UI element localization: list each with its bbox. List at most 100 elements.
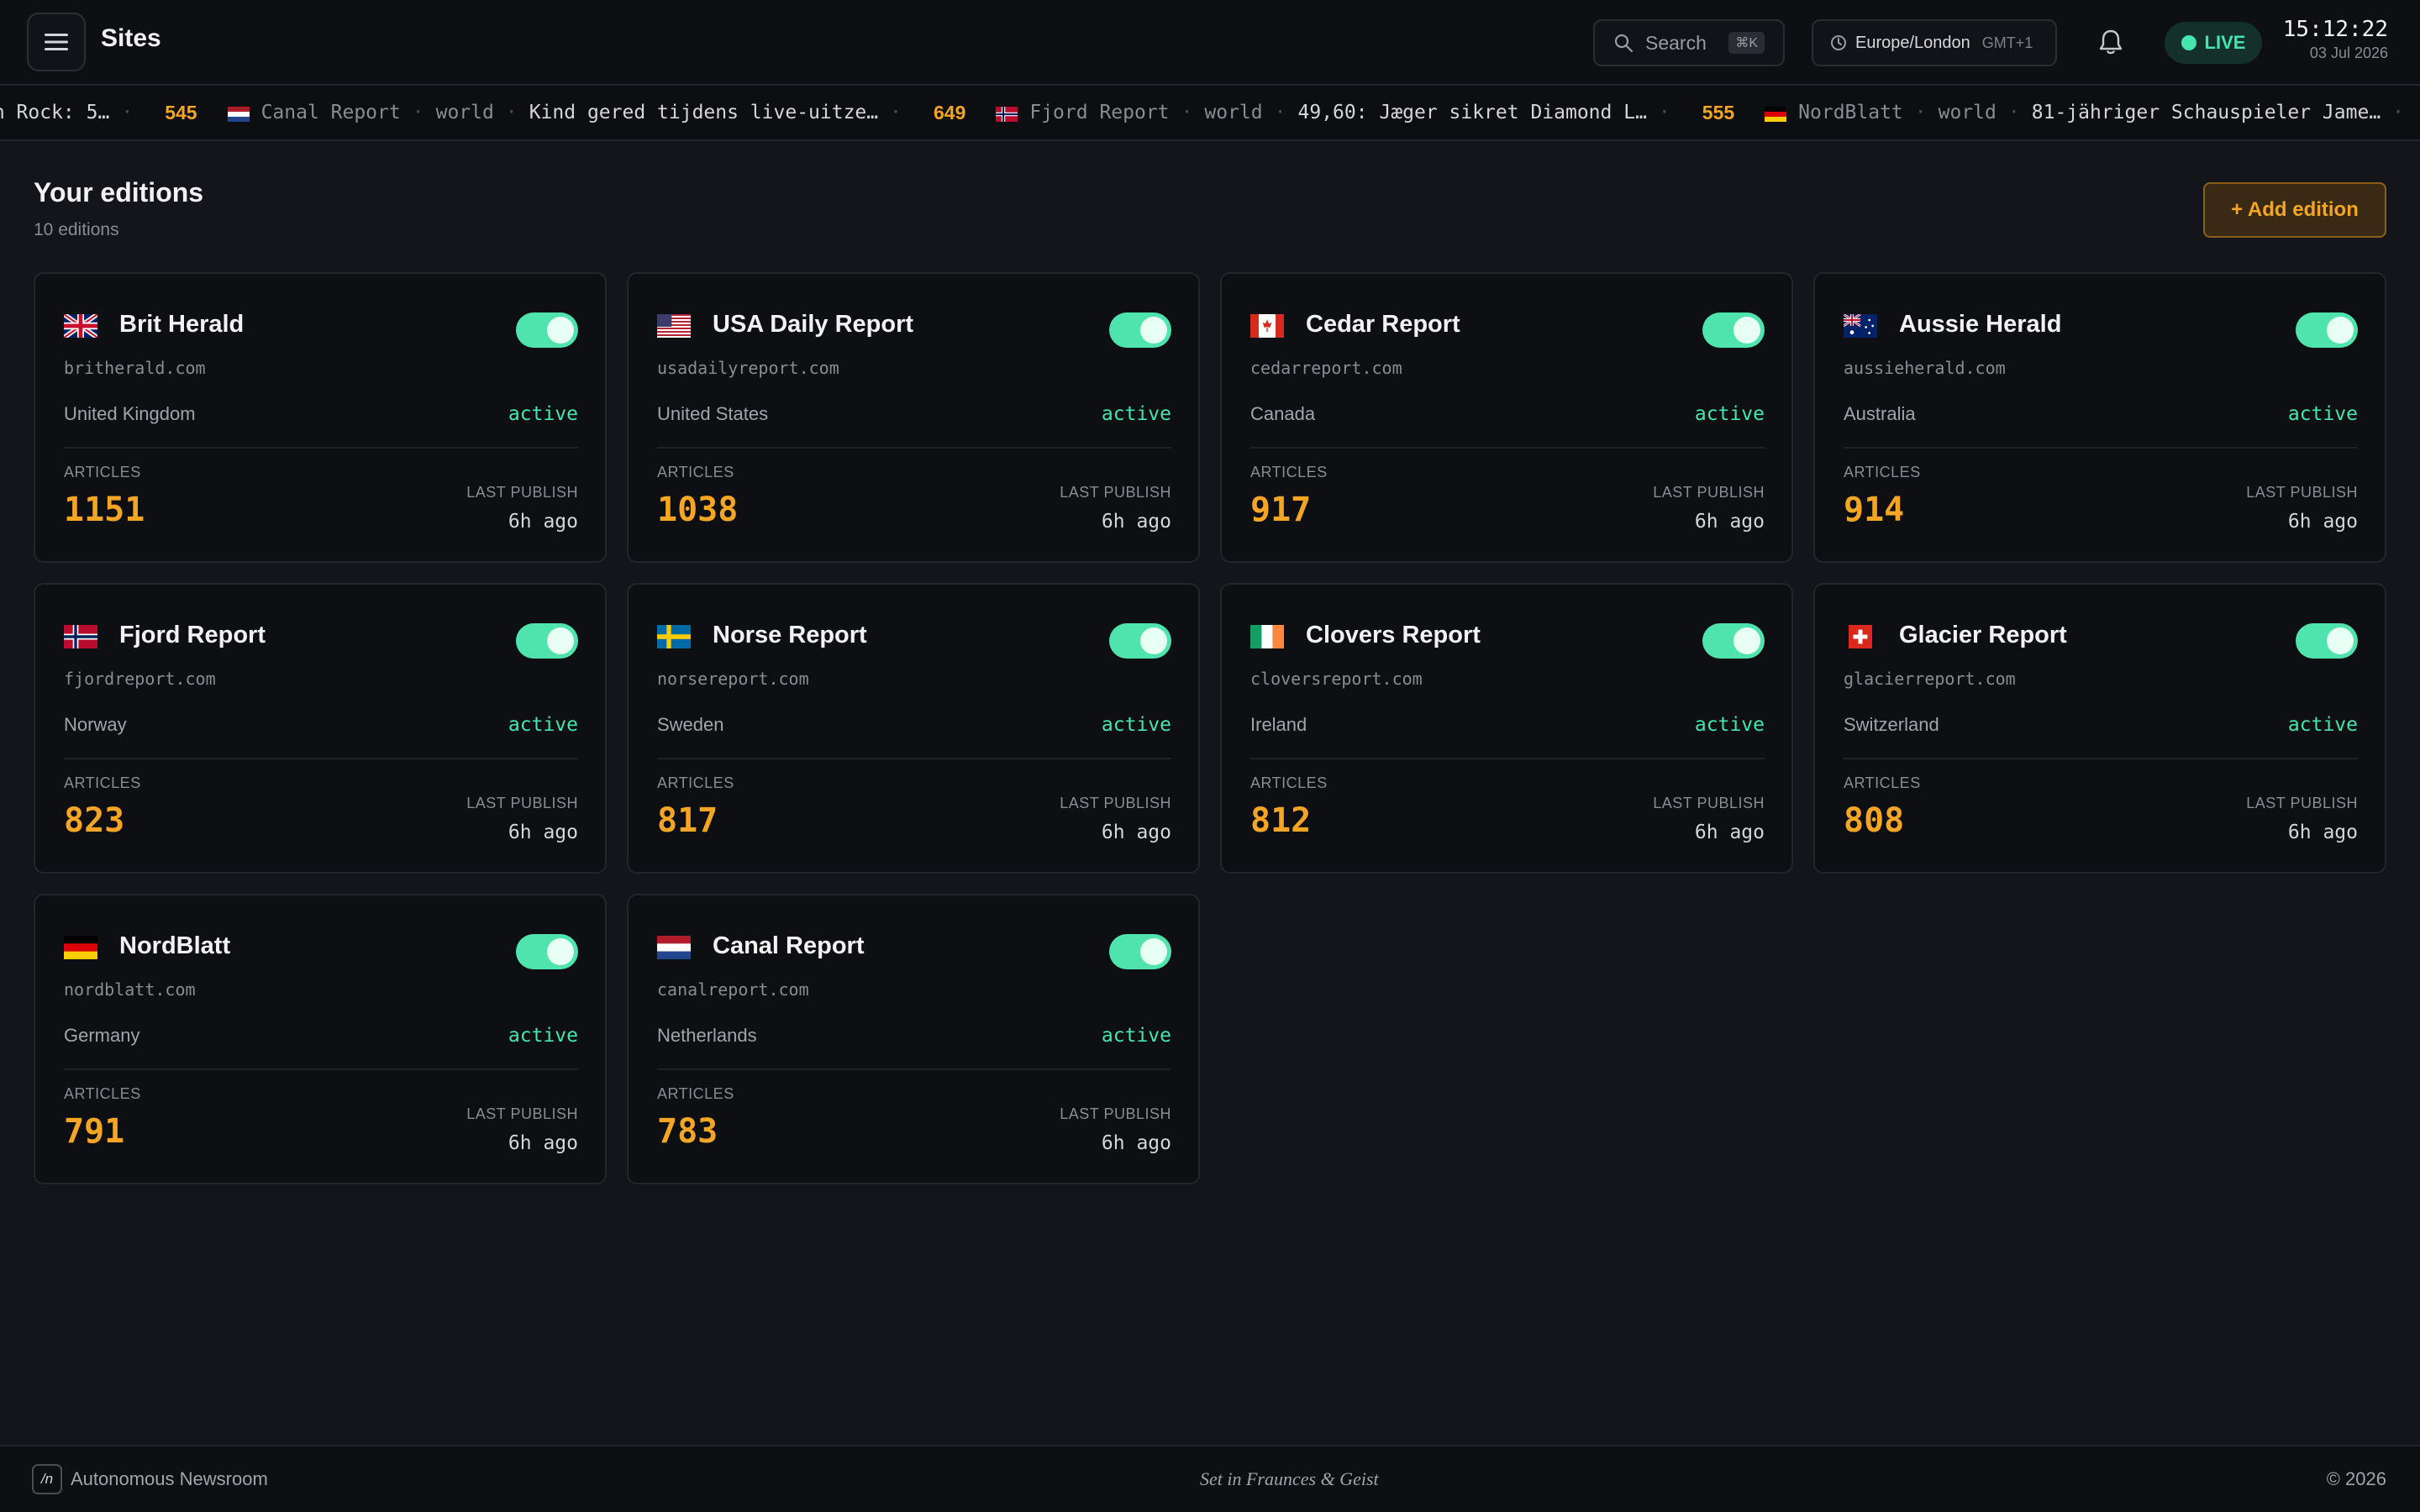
- toggle-knob: [1733, 317, 1760, 344]
- menu-button[interactable]: [27, 13, 86, 71]
- edition-card[interactable]: Fjord Report fjordreport.com Norway acti…: [34, 583, 607, 874]
- edition-domain[interactable]: nordblatt.com: [64, 979, 196, 1000]
- edition-toggle[interactable]: [516, 934, 578, 969]
- edition-domain[interactable]: aussieherald.com: [1844, 358, 2006, 378]
- edition-card[interactable]: Clovers Report cloversreport.com Ireland…: [1220, 583, 1793, 874]
- articles-label: ARTICLES: [1844, 464, 1921, 480]
- toggle-knob: [2327, 317, 2354, 344]
- clock-icon: [1831, 35, 1846, 50]
- ticker-item[interactable]: NordBlatt · world · 81-jähriger Schauspieler…: [1765, 102, 2420, 124]
- last-publish-value: 6h ago: [1101, 1132, 1171, 1154]
- bell-icon[interactable]: [2096, 27, 2126, 57]
- status-badge: active: [508, 403, 578, 425]
- edition-country: Switzerland: [1844, 714, 1939, 735]
- status-badge: active: [1101, 403, 1171, 425]
- ticker-source: Fjord Report: [1029, 102, 1170, 123]
- edition-card[interactable]: Glacier Report glacierreport.com Switzer…: [1813, 583, 2386, 874]
- edition-toggle[interactable]: [1702, 312, 1765, 348]
- timezone-selector[interactable]: Europe/London GMT+1: [1812, 19, 2057, 66]
- last-publish-value: 6h ago: [1694, 822, 1765, 843]
- articles-count: 917: [1250, 491, 1312, 529]
- flag-gb-icon: [64, 314, 97, 338]
- status-badge: active: [508, 714, 578, 736]
- edition-name: Canal Report: [713, 932, 865, 959]
- last-publish-label: LAST PUBLISH: [466, 1105, 578, 1122]
- divider: [1250, 758, 1765, 759]
- edition-card[interactable]: Aussie Herald aussieherald.com Australia…: [1813, 272, 2386, 563]
- toggle-knob: [1140, 627, 1167, 654]
- footer-copyright: © 2026: [2326, 1468, 2386, 1489]
- ticker-separator: ·: [1181, 102, 1193, 123]
- edition-name: Clovers Report: [1306, 622, 1481, 648]
- ticker-separator: ·: [1274, 102, 1286, 123]
- edition-card[interactable]: Canal Report canalreport.com Netherlands…: [627, 894, 1200, 1184]
- toggle-knob: [2327, 627, 2354, 654]
- divider: [64, 758, 578, 759]
- articles-label: ARTICLES: [1250, 774, 1328, 791]
- edition-toggle[interactable]: [1109, 312, 1171, 348]
- edition-country: Netherlands: [657, 1025, 757, 1046]
- edition-domain[interactable]: canalreport.com: [657, 979, 809, 1000]
- edition-toggle[interactable]: [516, 623, 578, 659]
- flag-nl-icon: [227, 105, 250, 122]
- edition-card[interactable]: Brit Herald britherald.com United Kingdo…: [34, 272, 607, 563]
- edition-card[interactable]: NordBlatt nordblatt.com Germany active A…: [34, 894, 607, 1184]
- ticker-source: NordBlatt: [1798, 102, 1903, 123]
- articles-label: ARTICLES: [64, 1085, 141, 1102]
- ticker-region: world: [1938, 102, 1996, 123]
- ticker-region: world: [1204, 102, 1263, 123]
- ticker-headline: 81-jähriger Schauspieler Jame…: [2031, 102, 2381, 123]
- articles-count: 914: [1844, 491, 1905, 529]
- live-label: LIVE: [2204, 32, 2246, 53]
- edition-domain[interactable]: glacierreport.com: [1844, 669, 2016, 689]
- toggle-knob: [1733, 627, 1760, 654]
- ticker-headline: 49,60: Jæger sikret Diamond L…: [1297, 102, 1647, 123]
- clock: 15:12:22 03 Jul 2026: [2283, 17, 2388, 62]
- last-publish-label: LAST PUBLISH: [1060, 484, 1171, 501]
- articles-label: ARTICLES: [657, 464, 734, 480]
- search-button[interactable]: Search ⌘K: [1593, 19, 1785, 66]
- last-publish-value: 6h ago: [508, 511, 578, 533]
- articles-label: ARTICLES: [657, 774, 734, 791]
- flag-ch-icon: [1844, 625, 1877, 648]
- ticker-item[interactable]: Canal Report · world · Kind gered tijdens li…: [227, 101, 966, 124]
- live-badge: LIVE: [2165, 22, 2262, 64]
- search-icon: [1614, 34, 1634, 53]
- ticker-separator: ·: [121, 102, 134, 123]
- status-badge: active: [1101, 1025, 1171, 1047]
- edition-country: Australia: [1844, 403, 1916, 424]
- footer-tagline: Set in Fraunces & Geist: [1200, 1468, 1379, 1489]
- flag-se-icon: [657, 625, 691, 648]
- edition-toggle[interactable]: [2296, 623, 2358, 659]
- edition-card[interactable]: USA Daily Report usadailyreport.com Unit…: [627, 272, 1200, 563]
- clock-time: 15:12:22: [2282, 17, 2388, 42]
- edition-domain[interactable]: cloversreport.com: [1250, 669, 1423, 689]
- edition-toggle[interactable]: [2296, 312, 2358, 348]
- divider: [1844, 447, 2358, 449]
- edition-domain[interactable]: cedarreport.com: [1250, 358, 1402, 378]
- flag-ie-icon: [1250, 625, 1284, 648]
- edition-toggle[interactable]: [1702, 623, 1765, 659]
- edition-domain[interactable]: britherald.com: [64, 358, 206, 378]
- edition-domain[interactable]: usadailyreport.com: [657, 358, 839, 378]
- edition-domain[interactable]: fjordreport.com: [64, 669, 216, 689]
- edition-card[interactable]: Cedar Report cedarreport.com Canada acti…: [1220, 272, 1793, 563]
- edition-name: Fjord Report: [119, 622, 266, 648]
- last-publish-value: 6h ago: [2287, 511, 2358, 533]
- ticker-count: 649: [933, 101, 966, 123]
- section-subtitle: 10 editions: [34, 220, 119, 239]
- edition-domain[interactable]: norsereport.com: [657, 669, 809, 689]
- edition-toggle[interactable]: [516, 312, 578, 348]
- ticker-item[interactable]: en Rock: 5… · 545: [0, 102, 197, 124]
- flag-de-icon: [64, 936, 97, 959]
- flag-no-icon: [996, 105, 1018, 122]
- articles-label: ARTICLES: [1844, 774, 1921, 791]
- last-publish-label: LAST PUBLISH: [1653, 795, 1765, 811]
- ticker-item[interactable]: Fjord Report · world · 49,60: Jæger sikret D…: [996, 102, 1734, 124]
- edition-card[interactable]: Norse Report norsereport.com Sweden acti…: [627, 583, 1200, 874]
- edition-toggle[interactable]: [1109, 623, 1171, 659]
- edition-country: Canada: [1250, 403, 1316, 424]
- edition-country: United Kingdom: [64, 403, 196, 424]
- edition-toggle[interactable]: [1109, 934, 1171, 969]
- add-edition-button[interactable]: + Add edition: [2203, 182, 2386, 238]
